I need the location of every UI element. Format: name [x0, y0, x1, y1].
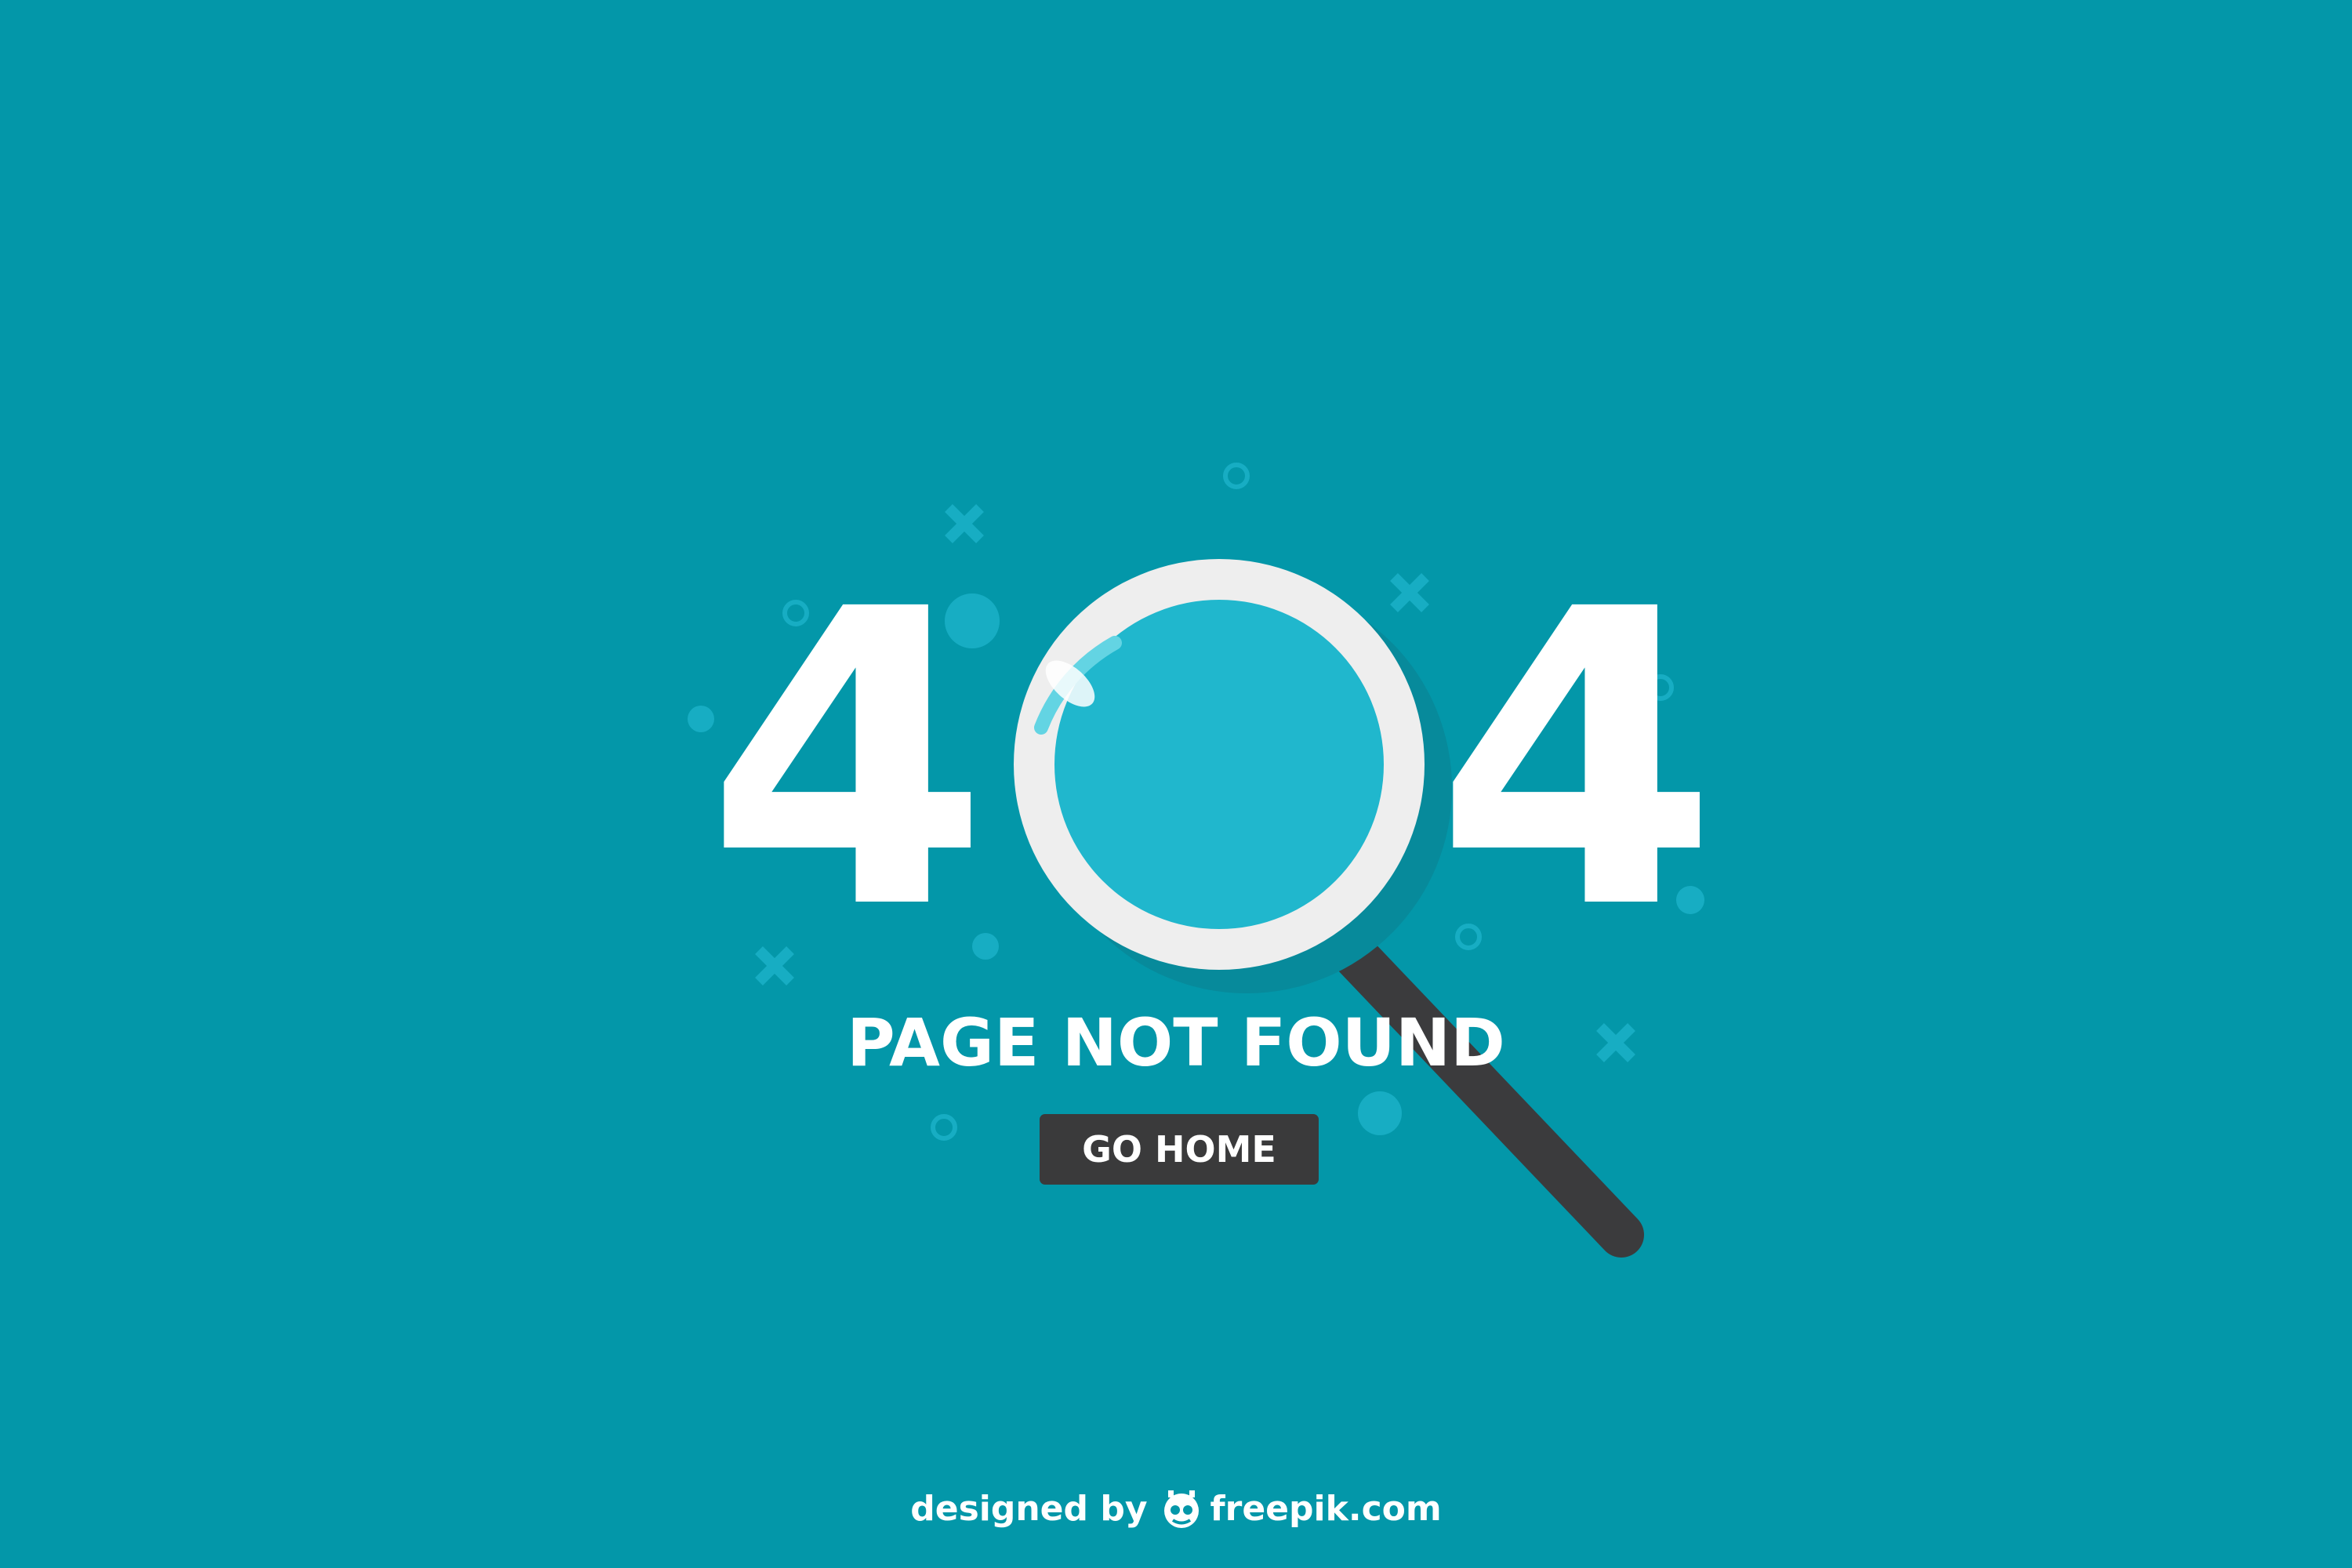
designer-credit: designed by freepik.com [902, 1478, 1450, 1541]
credit-prefix: designed by [910, 1489, 1148, 1529]
magnifying-glass-icon [1014, 559, 1644, 1258]
go-home-button[interactable]: GO HOME [1040, 1114, 1319, 1185]
page-not-found-heading: PAGE NOT FOUND [847, 1004, 1505, 1081]
freepik-logo-icon [1163, 1490, 1199, 1528]
magnifier-handle [1330, 930, 1644, 1258]
credit-brand[interactable]: freepik.com [1210, 1478, 1442, 1541]
error-page: 4 4 PAGE NOT FOUND GO HOME designed by f [0, 0, 2352, 1568]
